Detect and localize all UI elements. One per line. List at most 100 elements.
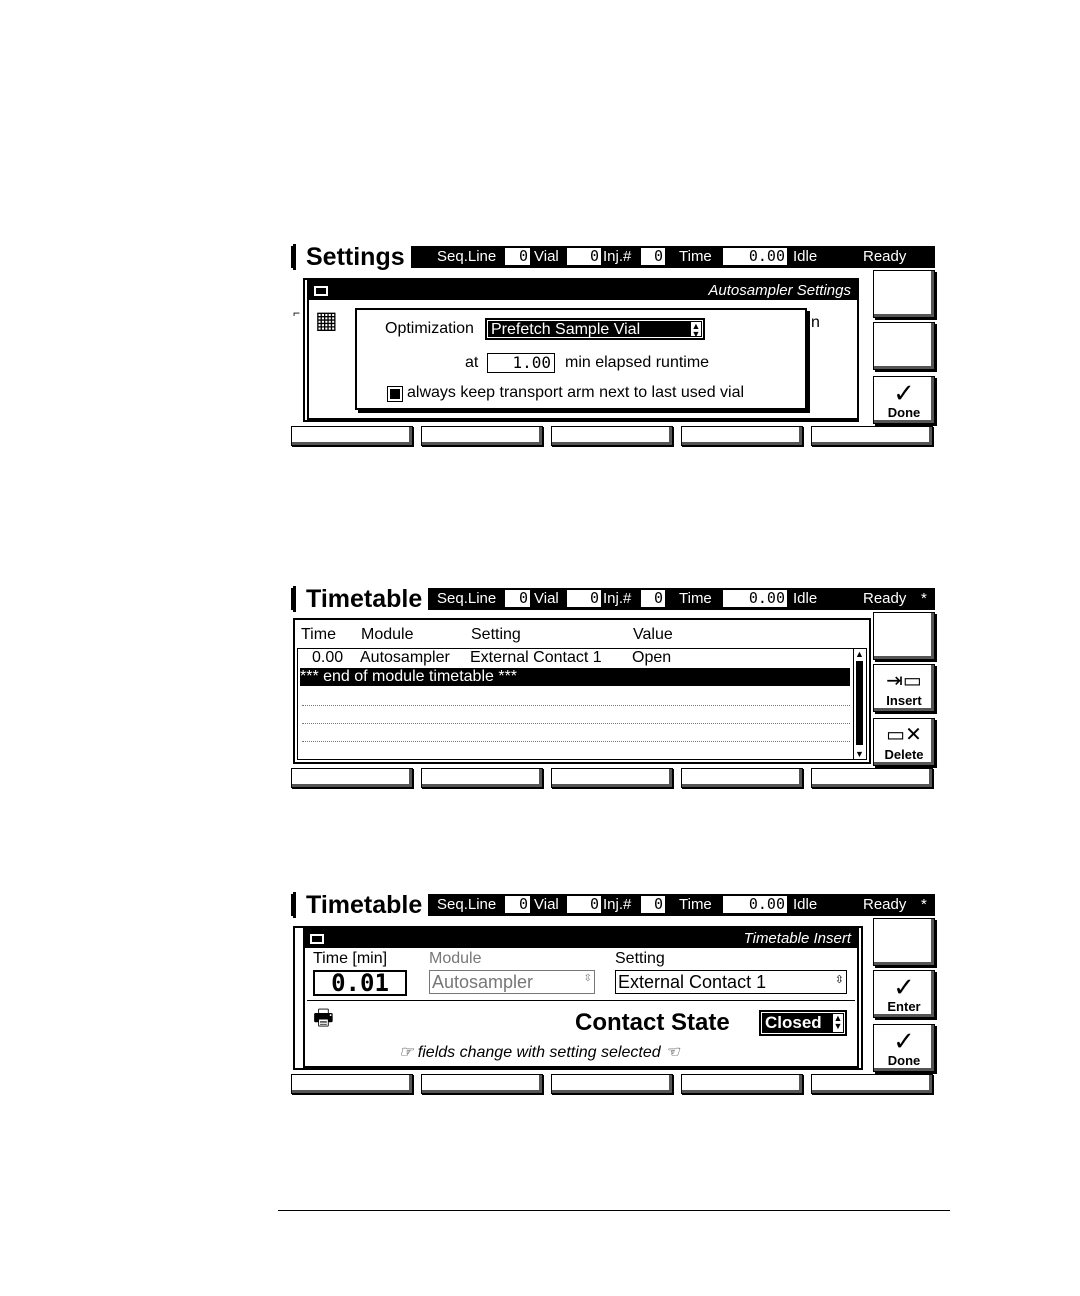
hint-text: fields change with setting selected [417, 1044, 661, 1061]
end-row-selected[interactable]: *** end of module timetable *** [300, 668, 850, 686]
bottom-key-3[interactable] [551, 426, 673, 446]
timetable-list[interactable]: 0.00 Autosampler External Contact 1 Open… [297, 648, 867, 760]
checkmark-icon: ✓ [893, 378, 915, 408]
enter-button[interactable]: ✓ Enter [873, 970, 935, 1018]
insert-label: Insert [886, 693, 922, 708]
time-label: Time [679, 590, 712, 607]
contact-state-select[interactable]: Closed ▲ ▼ [759, 1010, 847, 1036]
softkey-1[interactable] [873, 918, 935, 966]
table-row[interactable]: 0.00 Autosampler External Contact 1 Open [298, 649, 850, 667]
setting-label: Setting [615, 950, 665, 967]
bottom-key-3[interactable] [551, 1074, 673, 1094]
dialog-title: Timetable Insert [743, 930, 851, 947]
hint-row: ☞ fields change with setting selected ☜ [399, 1044, 679, 1062]
keep-arm-checkbox[interactable] [387, 386, 403, 402]
screen-title: Settings [293, 244, 411, 270]
bottom-key-4[interactable] [681, 1074, 803, 1094]
timetable-insert-screen: Timetable Seq.Line 0 Vial 0 Inj.# 0 Time… [291, 892, 935, 1098]
scroll-thumb[interactable] [856, 661, 863, 745]
softkey-2[interactable] [873, 322, 935, 370]
bottom-key-5[interactable] [811, 426, 933, 446]
vial-value: 0 [567, 248, 601, 265]
done-label: Done [887, 1053, 921, 1068]
timetable-insert-dialog: Timetable Insert Time [min] 0.01 Module … [303, 928, 859, 1068]
bottom-key-5[interactable] [811, 768, 933, 788]
status-header: Timetable Seq.Line 0 Vial 0 Inj.# 0 Time… [291, 586, 935, 612]
seq-line-label: Seq.Line [437, 590, 497, 607]
vial-label: Vial [534, 248, 559, 265]
row-value: Open [632, 649, 672, 666]
time-value: 0.00 [723, 248, 787, 265]
bottom-key-1[interactable] [291, 426, 413, 446]
delete-button[interactable]: ▭✕ Delete [873, 718, 935, 766]
partial-right-text: n [811, 314, 820, 331]
softkey-1[interactable] [873, 270, 935, 318]
window-menu-icon-inner [312, 936, 322, 942]
col-header-value: Value [633, 626, 673, 643]
bottom-key-2[interactable] [421, 768, 543, 788]
seq-line-value: 0 [505, 896, 530, 913]
dialog-title: Autosampler Settings [708, 282, 851, 299]
bottom-key-2[interactable] [421, 426, 543, 446]
dialog-titlebar: Autosampler Settings [309, 282, 857, 300]
bottom-key-3[interactable] [551, 768, 673, 788]
enter-label: Enter [887, 999, 921, 1014]
module-label: Module [429, 950, 482, 967]
contact-state-label: Contact State [575, 1009, 730, 1036]
vial-label: Vial [534, 590, 559, 607]
status-header: Timetable Seq.Line 0 Vial 0 Inj.# 0 Time… [291, 892, 935, 918]
seq-line-label: Seq.Line [437, 896, 497, 913]
contact-state-value: Closed [765, 1013, 822, 1032]
insert-button[interactable]: ⇥▭ Insert [873, 664, 935, 712]
at-unit-label: min elapsed runtime [565, 354, 710, 371]
optimization-select[interactable]: Prefetch Sample Vial ▲ ▼ [485, 318, 705, 340]
optimization-subdialog: Optimization Prefetch Sample Vial ▲ ▼ at … [355, 308, 807, 410]
bottom-key-5[interactable] [811, 1074, 933, 1094]
scroll-up-icon[interactable]: ▲ [855, 649, 864, 659]
inj-label: Inj.# [603, 248, 632, 265]
time-label: Time [679, 896, 712, 913]
inj-label: Inj.# [603, 896, 632, 913]
optimization-label: Optimization [385, 320, 474, 337]
inj-label: Inj.# [603, 590, 632, 607]
inj-value: 0 [641, 896, 665, 913]
screen-title: Timetable [293, 586, 429, 612]
delete-row-icon: ▭✕ [886, 724, 922, 746]
delete-label: Delete [884, 747, 924, 762]
col-header-time: Time [301, 626, 336, 643]
softkey-1[interactable] [873, 612, 935, 660]
checkmark-icon: ✓ [893, 1026, 915, 1056]
at-time-value: 1.00 [512, 353, 551, 372]
at-time-field[interactable]: 1.00 [487, 353, 555, 373]
row-time: 0.00 [312, 649, 344, 666]
optimization-select-value: Prefetch Sample Vial [491, 321, 641, 338]
printer-icon: 🖶 [313, 1005, 334, 1030]
bottom-key-1[interactable] [291, 768, 413, 788]
idle-label: Idle [793, 248, 818, 265]
dialog-titlebar: Timetable Insert [305, 930, 857, 948]
bottom-key-4[interactable] [681, 768, 803, 788]
done-label: Done [887, 405, 921, 420]
time-min-field[interactable]: 0.01 [313, 970, 407, 996]
scrollbar[interactable]: ▲ ▼ [853, 649, 866, 759]
time-min-label: Time [min] [313, 950, 388, 967]
setting-select[interactable]: External Contact 1 ⇳ [615, 970, 847, 994]
bottom-key-1[interactable] [291, 1074, 413, 1094]
vial-value: 0 [567, 590, 601, 607]
inj-value: 0 [641, 248, 665, 265]
end-row-text: *** end of module timetable *** [300, 668, 518, 685]
col-header-module: Module [361, 626, 414, 643]
row-divider [302, 723, 850, 724]
bottom-key-4[interactable] [681, 426, 803, 446]
scroll-down-icon[interactable]: ▼ [855, 749, 864, 759]
bottom-key-2[interactable] [421, 1074, 543, 1094]
status-ready: Ready [863, 248, 907, 265]
done-button[interactable]: ✓ Done [873, 1024, 935, 1072]
time-min-value: 0.01 [331, 969, 389, 997]
module-value: Autosampler [432, 972, 534, 992]
status-ready: Ready [863, 590, 907, 607]
timetable-screen: Timetable Seq.Line 0 Vial 0 Inj.# 0 Time… [291, 586, 935, 790]
row-divider [302, 741, 850, 742]
done-button[interactable]: ✓ Done [873, 376, 935, 424]
up-down-arrows-icon: ▲ ▼ [691, 321, 701, 339]
